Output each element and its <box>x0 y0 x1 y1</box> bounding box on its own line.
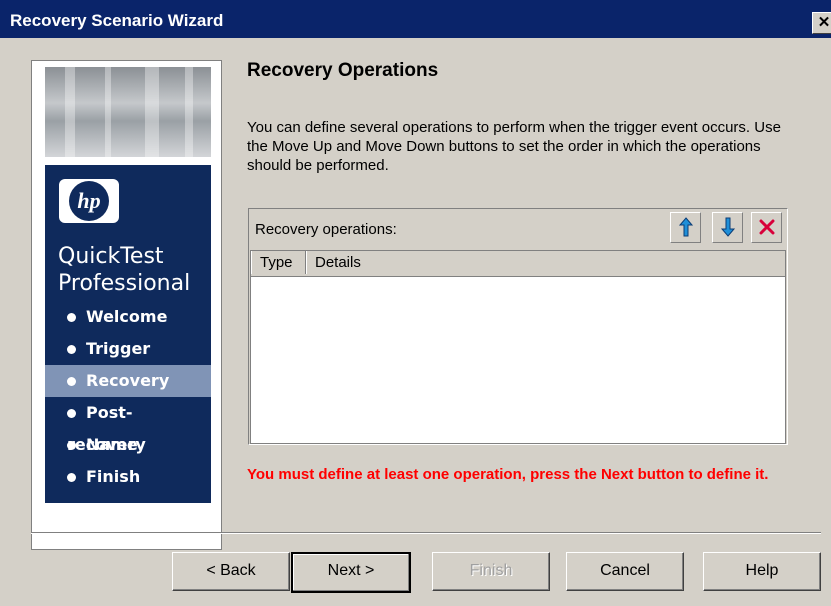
step-trigger: Trigger <box>45 333 211 365</box>
close-button[interactable]: ✕ <box>812 12 831 34</box>
page-title: Recovery Operations <box>247 60 439 81</box>
banner-image <box>45 67 211 157</box>
move-up-button[interactable] <box>670 212 701 243</box>
error-message: You must define at least one operation, … <box>247 466 769 483</box>
cancel-button[interactable]: Cancel <box>566 552 684 591</box>
column-header-type[interactable]: Type <box>251 251 306 274</box>
step-name: Name <box>45 429 211 461</box>
arrow-down-icon <box>720 217 735 237</box>
arrow-up-icon <box>678 217 693 237</box>
step-welcome: Welcome <box>45 301 211 333</box>
recovery-operations-label: Recovery operations: <box>255 221 397 238</box>
recovery-operations-panel: Recovery operations: Type Details <box>248 208 788 445</box>
product-name: QuickTest Professional <box>58 244 191 296</box>
step-recovery: Recovery <box>45 365 211 397</box>
divider <box>31 532 821 534</box>
operations-list[interactable]: Type Details <box>250 250 786 444</box>
bullet-icon <box>67 313 76 322</box>
back-button[interactable]: < Back <box>172 552 290 591</box>
help-button[interactable]: Help <box>703 552 821 591</box>
finish-button[interactable]: Finish <box>432 552 550 591</box>
window-title: Recovery Scenario Wizard <box>10 11 224 30</box>
wizard-body: hp QuickTest Professional Welcome Trigge… <box>0 38 831 606</box>
page-description: You can define several operations to per… <box>247 119 781 174</box>
wizard-steps: Welcome Trigger Recovery Post-recovery N… <box>45 301 211 493</box>
bullet-icon <box>67 345 76 354</box>
step-post-recovery: Post-recovery <box>67 403 146 454</box>
bullet-icon <box>67 409 76 418</box>
bullet-icon <box>67 377 76 386</box>
delete-button[interactable] <box>751 212 782 243</box>
delete-x-icon <box>759 219 774 235</box>
step-finish: Finish <box>45 461 211 493</box>
bullet-icon <box>67 473 76 482</box>
list-header: Type Details <box>251 251 785 277</box>
next-button[interactable]: Next > <box>291 552 411 593</box>
side-panel: hp QuickTest Professional Welcome Trigge… <box>31 60 222 550</box>
title-bar: Recovery Scenario Wizard ✕ <box>0 0 831 38</box>
bullet-icon <box>67 441 76 450</box>
column-header-details[interactable]: Details <box>306 251 775 274</box>
move-down-button[interactable] <box>712 212 743 243</box>
wizard-steps-panel: hp QuickTest Professional Welcome Trigge… <box>45 165 211 503</box>
hp-logo: hp <box>59 179 119 223</box>
